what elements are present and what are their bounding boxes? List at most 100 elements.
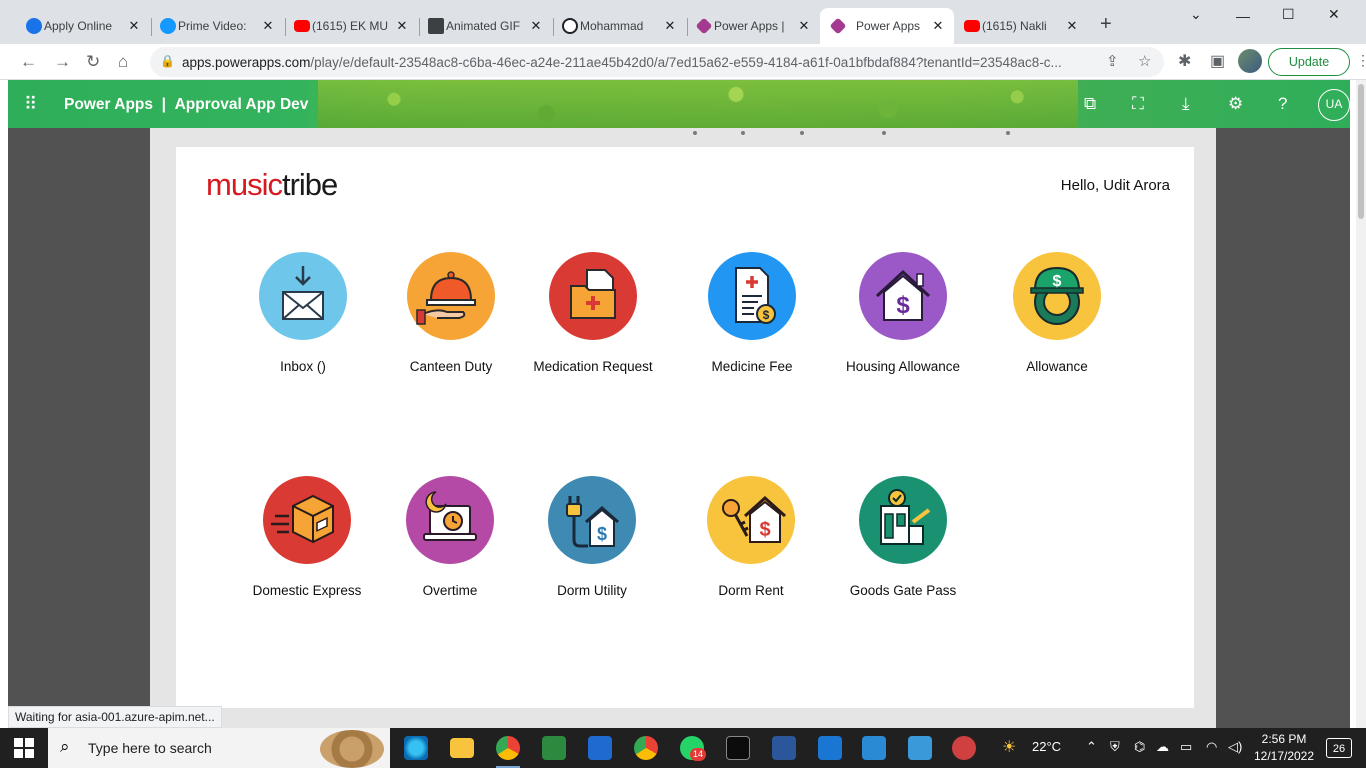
chrome-icon[interactable] [496,736,520,760]
close-tab-icon[interactable]: ✕ [662,18,678,34]
minimize-icon[interactable]: — [1236,8,1250,24]
volume-icon[interactable]: ◁) [1228,739,1242,755]
close-tab-icon[interactable]: ✕ [260,18,276,34]
help-icon[interactable]: ? [1278,94,1287,114]
onedrive-cloud-icon[interactable]: ☁ [1156,739,1169,755]
vscode-icon[interactable] [862,736,886,760]
app-launcher-waffle-icon[interactable]: ⠿ [24,95,37,113]
clock-time: 2:56 PM [1261,732,1307,746]
close-tab-icon[interactable]: ✕ [394,18,410,34]
media-player-icon[interactable] [818,736,842,760]
new-tab-button[interactable]: + [1100,14,1112,34]
teams-icon[interactable]: ⧉ [1084,94,1096,114]
tab-mohammad[interactable]: Mohammad ✕ [554,8,686,44]
tray-chevron-icon[interactable]: ⌃ [1086,739,1097,755]
tab-label: Power Apps | [714,19,785,33]
close-tab-icon[interactable]: ✕ [528,18,544,34]
svg-text:$: $ [1053,273,1062,290]
more-menu-icon[interactable]: ⋮ [1356,52,1366,69]
word-icon[interactable] [772,736,796,760]
download-icon[interactable]: ⤓ [1182,94,1190,114]
medicine-fee-icon: $ [708,252,796,340]
file-explorer-icon[interactable] [450,738,474,758]
home-icon[interactable]: ⌂ [118,52,128,72]
tile-medicine-fee[interactable]: $ Medicine Fee [672,252,832,402]
bookmark-star-icon[interactable]: ☆ [1138,52,1151,70]
page-scrollbar[interactable] [1356,80,1366,728]
clock-date: 12/17/2022 [1253,749,1315,763]
notification-center-button[interactable]: 26 [1326,738,1352,758]
tile-allowance[interactable]: $ Allowance [977,252,1137,402]
side-panel-icon[interactable]: ▣ [1210,51,1225,71]
battery-icon[interactable]: ▭ [1180,739,1192,755]
tile-label: Allowance [1026,359,1088,374]
share-icon[interactable]: ⇪ [1106,52,1119,70]
tile-label: Overtime [422,583,478,598]
svg-text:$: $ [759,519,770,541]
url-text[interactable]: apps.powerapps.com/play/e/default-23548a… [182,55,1062,70]
tile-domestic-express[interactable]: Domestic Express [227,476,387,626]
photos-icon[interactable] [908,736,932,760]
forward-icon[interactable]: → [54,52,71,72]
lock-icon[interactable]: 🔒 [160,54,175,68]
search-highlight-image[interactable] [320,730,384,768]
taskbar-search-box[interactable]: ⌕ Type here to search [48,728,390,768]
system-clock[interactable]: 2:56 PM 12/17/2022 [1244,731,1324,765]
address-bar[interactable]: 🔒 apps.powerapps.com/play/e/default-2354… [150,47,1164,77]
tab-apply-online[interactable]: Apply Online ✕ [18,8,150,44]
weather-temperature[interactable]: 22°C [1032,739,1061,754]
settings-gear-icon[interactable]: ⚙ [1228,94,1243,114]
wifi-icon[interactable]: ◠ [1206,739,1217,755]
tile-dorm-utility[interactable]: $ Dorm Utility [512,476,672,626]
extensions-puzzle-icon[interactable]: ✱ [1178,51,1191,71]
notepad-plus-icon[interactable] [542,736,566,760]
close-tab-icon[interactable]: ✕ [1064,18,1080,34]
paint-icon[interactable] [952,736,976,760]
svg-text:$: $ [763,308,770,322]
tile-medication-request[interactable]: Medication Request [513,252,673,402]
whatsapp-badge: 14 [690,748,707,761]
close-tab-icon[interactable]: ✕ [796,18,812,34]
tile-goods-gate-pass[interactable]: Goods Gate Pass [823,476,983,626]
user-avatar[interactable]: UA [1318,89,1350,121]
edge-icon[interactable] [404,736,428,760]
app-name: Approval App Dev [174,96,309,113]
tab-prime-video[interactable]: Prime Video: ✕ [152,8,284,44]
tile-dorm-rent[interactable]: $ Dorm Rent [671,476,831,626]
brand-name: Power Apps [64,96,153,113]
update-button[interactable]: Update [1268,48,1350,76]
windows-start-icon[interactable] [14,738,34,758]
calculator-icon[interactable] [588,736,612,760]
animated-gif-favicon-icon [428,18,444,34]
svg-text:$: $ [896,292,910,319]
terminal-icon[interactable] [726,736,750,760]
logo-tribe: tribe [281,167,338,202]
tab-power-apps-1[interactable]: Power Apps | ✕ [688,8,820,44]
maximize-icon[interactable]: ☐ [1282,6,1295,23]
fit-to-window-icon[interactable]: ⛶ [1132,94,1144,114]
reload-icon[interactable]: ↻ [86,52,100,72]
scrollbar-thumb[interactable] [1358,84,1364,219]
tile-overtime[interactable]: Overtime [370,476,530,626]
tile-label: Medication Request [533,359,653,374]
tab-youtube-ek-mu[interactable]: (1615) EK MU ✕ [286,8,418,44]
close-tab-icon[interactable]: ✕ [930,18,946,34]
close-tab-icon[interactable]: ✕ [126,18,142,34]
meet-now-icon[interactable]: ⌬ [1134,739,1145,755]
tab-search-chevron-icon[interactable]: ⌄ [1190,6,1202,23]
close-window-icon[interactable]: ✕ [1328,6,1340,23]
tile-inbox[interactable]: Inbox () [223,252,383,402]
profile-avatar[interactable] [1238,49,1262,73]
power-apps-favicon-icon [829,17,847,35]
tab-power-apps-active[interactable]: Power Apps ✕ [820,8,954,44]
chrome-profile-icon[interactable] [634,736,658,760]
goods-gate-pass-icon [859,476,947,564]
defender-icon[interactable]: ⛨ [1110,739,1120,755]
tile-canteen-duty[interactable]: Canteen Duty [371,252,531,402]
weather-sun-icon[interactable]: ☀ [1002,737,1016,757]
tile-housing-allowance[interactable]: $ Housing Allowance [823,252,983,402]
browser-tab-strip: Apply Online ✕ Prime Video: ✕ (1615) EK … [0,0,1366,44]
back-icon[interactable]: ← [20,52,37,72]
tab-animated-gif[interactable]: Animated GIF ✕ [420,8,552,44]
tab-youtube-nakli[interactable]: (1615) Nakli ✕ [956,8,1088,44]
